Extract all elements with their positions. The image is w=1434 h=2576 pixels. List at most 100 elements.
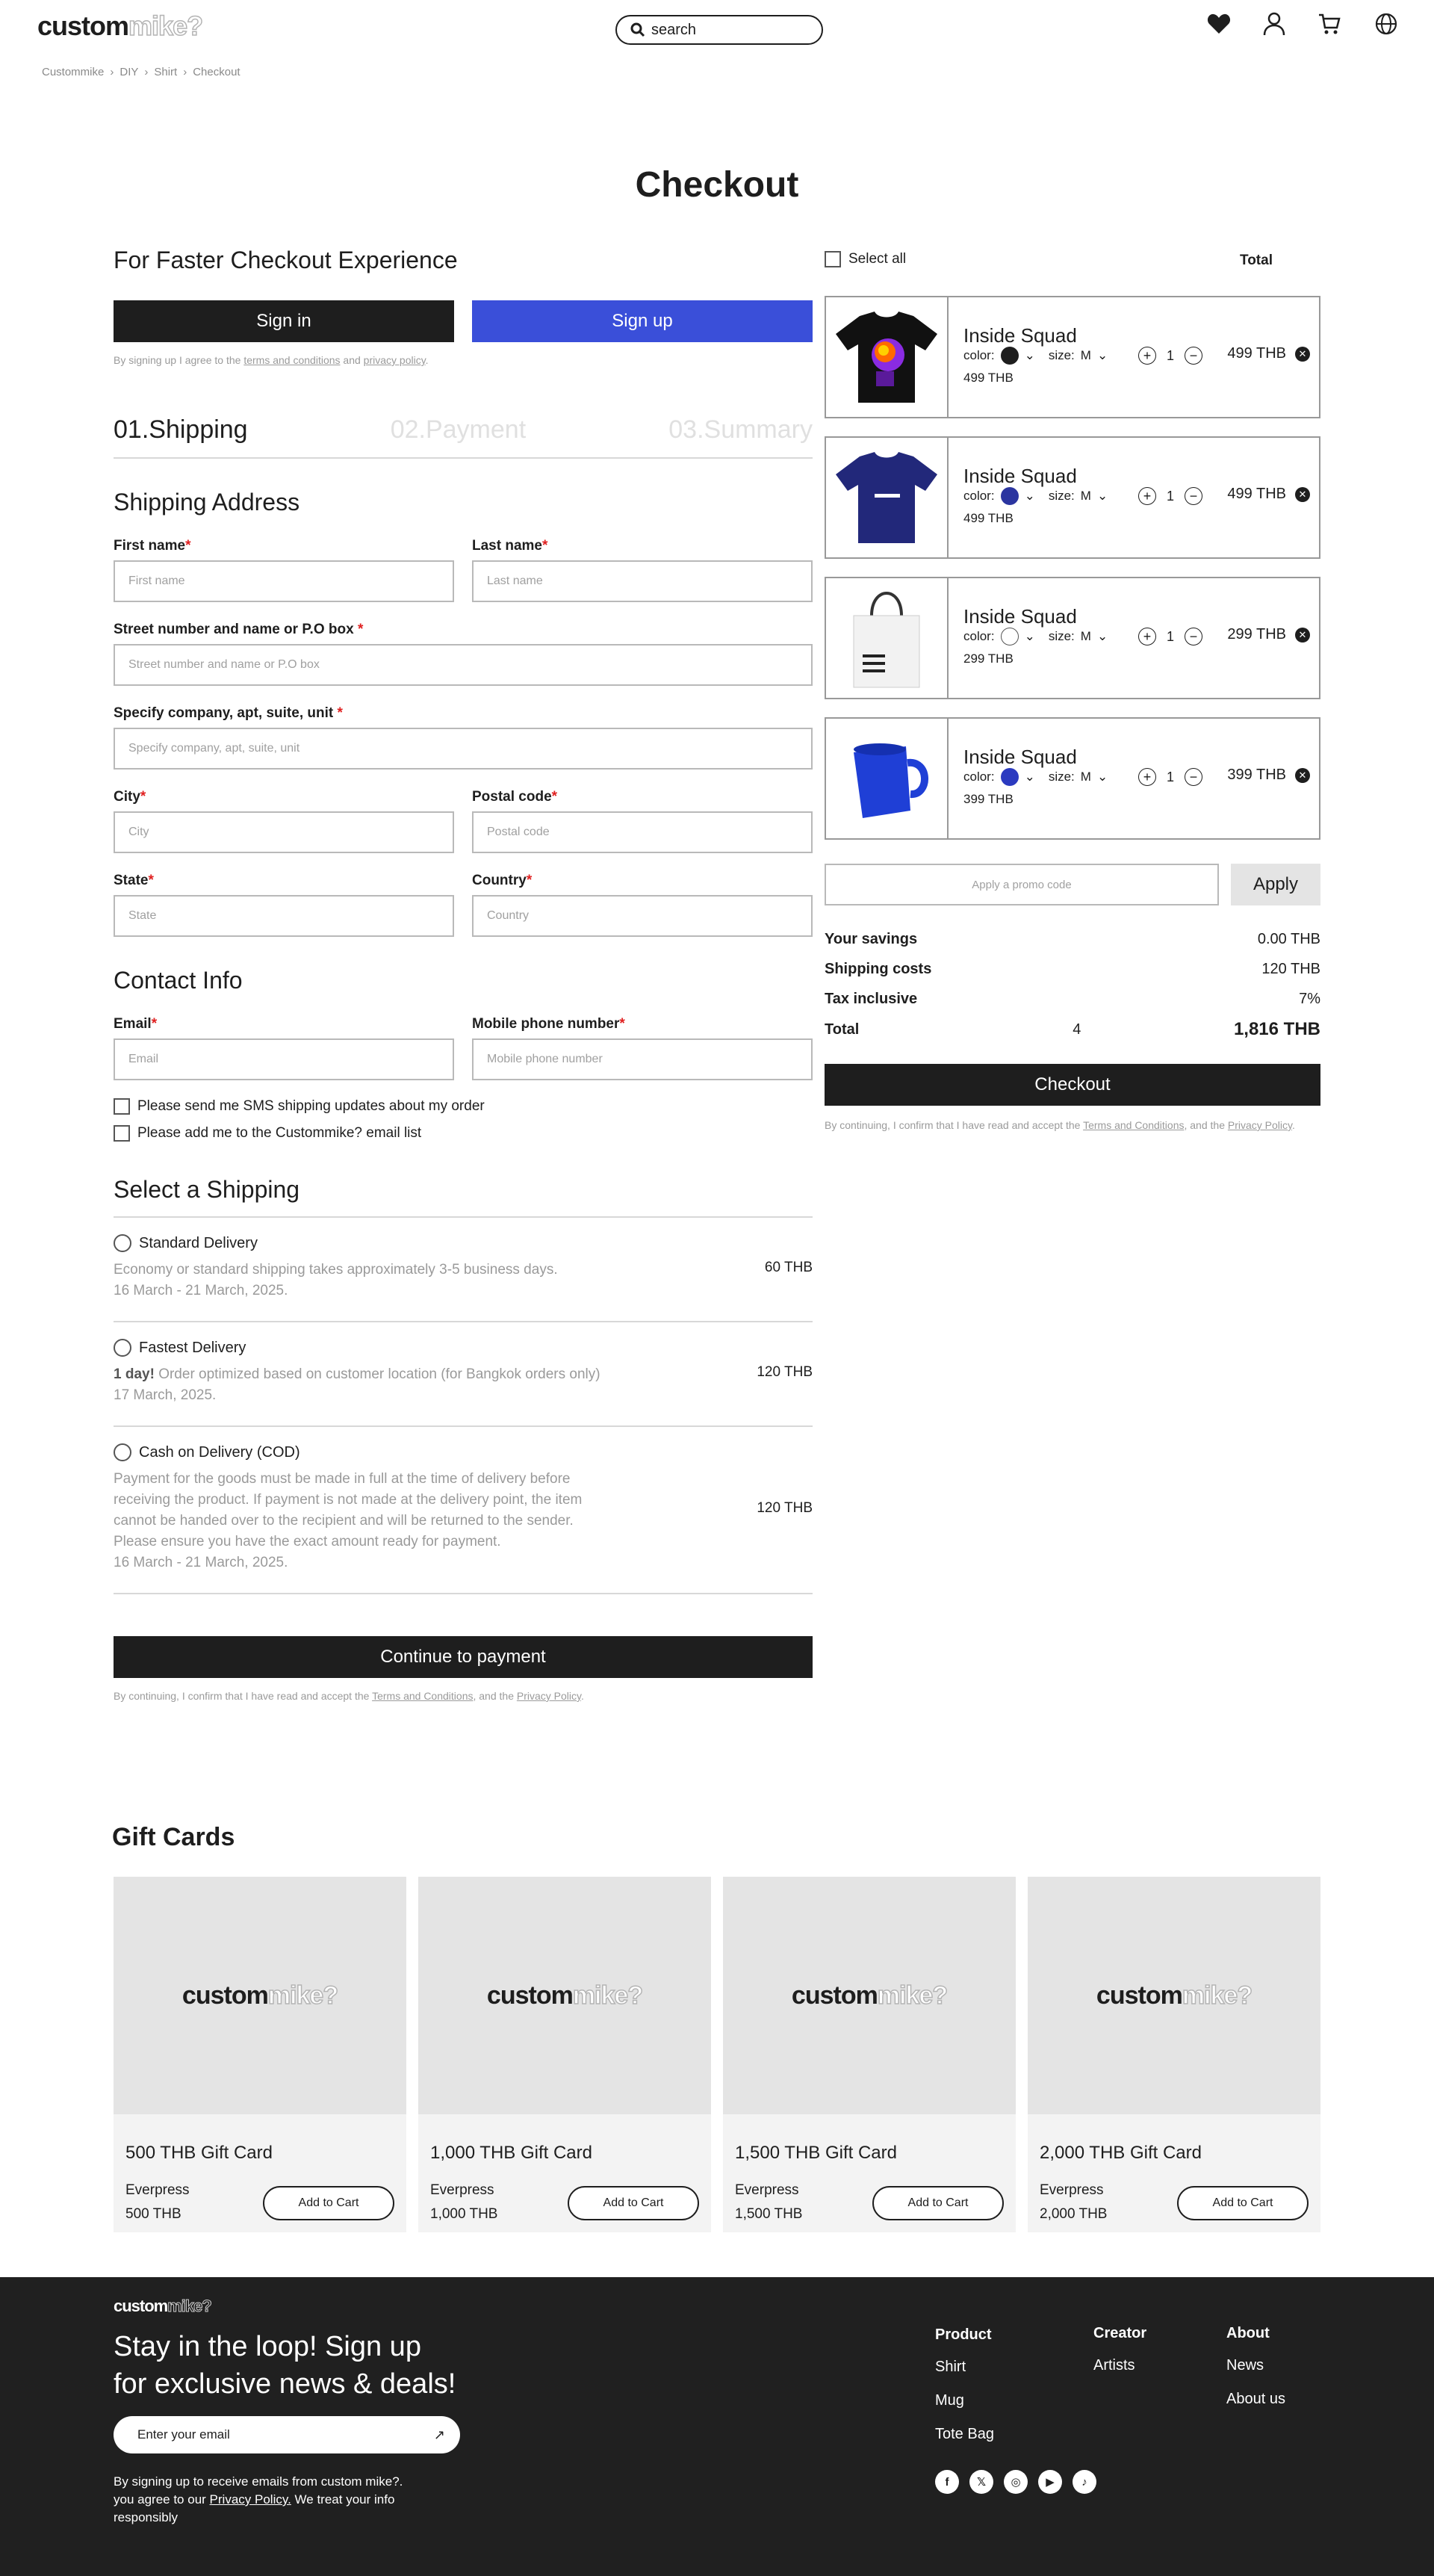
email-list-checkbox[interactable] — [114, 1125, 130, 1142]
instagram-icon[interactable]: ◎ — [1004, 2470, 1028, 2494]
terms-link[interactable]: Terms and Conditions — [372, 1690, 473, 1702]
footer-logo[interactable]: custommike? — [114, 2297, 212, 2316]
select-all-checkbox[interactable] — [825, 251, 841, 267]
sms-checkbox[interactable] — [114, 1098, 130, 1115]
account-user-icon[interactable] — [1261, 10, 1288, 37]
add-to-cart-button[interactable]: Add to Cart — [872, 2186, 1004, 2220]
shipping-option-cod[interactable]: Cash on Delivery (COD) — [114, 1443, 300, 1461]
chevron-down-icon[interactable]: ⌄ — [1025, 489, 1035, 504]
tshirt-navy-icon[interactable] — [826, 438, 949, 557]
footer-link-mug[interactable]: Mug — [935, 2392, 994, 2409]
chevron-down-icon[interactable]: ⌄ — [1097, 629, 1108, 644]
item-name[interactable]: Inside Squad — [963, 324, 1077, 347]
plus-icon[interactable]: + — [1138, 628, 1156, 645]
size-value[interactable]: M — [1081, 629, 1091, 644]
chevron-down-icon[interactable]: ⌄ — [1097, 489, 1108, 504]
first-name-input[interactable]: First name — [114, 560, 454, 602]
company-input[interactable]: Specify company, apt, suite, unit — [114, 728, 813, 770]
remove-item-icon[interactable]: ✕ — [1295, 487, 1310, 502]
chevron-down-icon[interactable]: ⌄ — [1025, 629, 1035, 644]
youtube-icon[interactable]: ▶ — [1038, 2470, 1062, 2494]
plus-icon[interactable]: + — [1138, 487, 1156, 505]
last-name-input[interactable]: Last name — [472, 560, 813, 602]
chevron-down-icon[interactable]: ⌄ — [1025, 770, 1035, 784]
arrow-up-right-icon[interactable]: ↗ — [434, 2427, 445, 2443]
size-value[interactable]: M — [1081, 770, 1091, 784]
chevron-down-icon[interactable]: ⌄ — [1097, 348, 1108, 363]
shipping-option-standard[interactable]: Standard Delivery — [114, 1234, 258, 1252]
plus-icon[interactable]: + — [1138, 768, 1156, 786]
language-globe-icon[interactable] — [1373, 10, 1400, 37]
standard-radio[interactable] — [114, 1234, 131, 1252]
size-value[interactable]: M — [1081, 348, 1091, 363]
gift-card[interactable]: custom mike? 500 THB Gift Card Everpress 5… — [114, 1877, 406, 2232]
add-to-cart-button[interactable]: Add to Cart — [1177, 2186, 1309, 2220]
size-value[interactable]: M — [1081, 489, 1091, 504]
search-input[interactable]: search — [615, 15, 823, 45]
apply-promo-button[interactable]: Apply — [1231, 864, 1320, 905]
minus-icon[interactable]: − — [1185, 347, 1203, 365]
email-field[interactable]: Email — [114, 1038, 454, 1080]
gift-card[interactable]: custom mike? 2,000 THB Gift Card Everpres… — [1028, 1877, 1320, 2232]
cart-icon[interactable] — [1316, 10, 1343, 37]
terms-link[interactable]: terms and conditions — [243, 354, 340, 366]
breadcrumb-shirt[interactable]: Shirt — [154, 66, 177, 78]
chevron-down-icon[interactable]: ⌄ — [1025, 348, 1035, 363]
breadcrumb-home[interactable]: Custommike — [42, 66, 104, 78]
privacy-link[interactable]: Privacy Policy — [1228, 1119, 1292, 1131]
chevron-down-icon[interactable]: ⌄ — [1097, 770, 1108, 784]
add-to-cart-button[interactable]: Add to Cart — [568, 2186, 699, 2220]
plus-icon[interactable]: + — [1138, 347, 1156, 365]
mug-icon[interactable] — [826, 719, 949, 838]
privacy-link[interactable]: privacy policy — [364, 354, 426, 366]
shipping-option-fastest[interactable]: Fastest Delivery — [114, 1339, 246, 1357]
color-swatch[interactable] — [1000, 347, 1019, 365]
country-input[interactable]: Country — [472, 895, 813, 937]
breadcrumb-diy[interactable]: DIY — [120, 66, 138, 78]
wishlist-heart-icon[interactable] — [1205, 10, 1232, 37]
footer-link-news[interactable]: News — [1226, 2357, 1285, 2374]
color-swatch[interactable] — [1000, 768, 1019, 786]
tiktok-icon[interactable]: ♪ — [1073, 2470, 1096, 2494]
facebook-icon[interactable]: f — [935, 2470, 959, 2494]
remove-item-icon[interactable]: ✕ — [1295, 768, 1310, 783]
item-name[interactable]: Inside Squad — [963, 605, 1077, 628]
footer-link-about-us[interactable]: About us — [1226, 2391, 1285, 2408]
item-name[interactable]: Inside Squad — [963, 465, 1077, 488]
street-input[interactable]: Street number and name or P.O box — [114, 644, 813, 686]
checkout-button[interactable]: Checkout — [825, 1064, 1320, 1106]
fastest-radio[interactable] — [114, 1339, 131, 1357]
sign-in-button[interactable]: Sign in — [114, 300, 454, 342]
promo-code-input[interactable]: Apply a promo code — [825, 864, 1219, 905]
remove-item-icon[interactable]: ✕ — [1295, 347, 1310, 362]
color-swatch[interactable] — [1000, 487, 1019, 505]
continue-to-payment-button[interactable]: Continue to payment — [114, 1636, 813, 1678]
minus-icon[interactable]: − — [1185, 628, 1203, 645]
postal-code-input[interactable]: Postal code — [472, 811, 813, 853]
footer-link-tote-bag[interactable]: Tote Bag — [935, 2426, 994, 2443]
color-swatch[interactable] — [1000, 628, 1019, 645]
gift-card[interactable]: custom mike? 1,000 THB Gift Card Everpres… — [418, 1877, 711, 2232]
phone-field[interactable]: Mobile phone number — [472, 1038, 813, 1080]
sign-up-button[interactable]: Sign up — [472, 300, 813, 342]
step-payment[interactable]: 02.Payment — [391, 415, 526, 445]
email-list-checkbox-row[interactable]: Please add me to the Custommike? email l… — [114, 1125, 421, 1142]
newsletter-email-input[interactable]: Enter your email ↗ — [114, 2416, 460, 2453]
privacy-link[interactable]: Privacy Policy. — [210, 2492, 291, 2507]
privacy-link[interactable]: Privacy Policy — [517, 1690, 581, 1702]
footer-link-shirt[interactable]: Shirt — [935, 2359, 994, 2376]
gift-card[interactable]: custom mike? 1,500 THB Gift Card Everpres… — [723, 1877, 1016, 2232]
tote-bag-icon[interactable] — [826, 578, 949, 698]
minus-icon[interactable]: − — [1185, 768, 1203, 786]
select-all-row[interactable]: Select all — [825, 251, 906, 267]
item-name[interactable]: Inside Squad — [963, 746, 1077, 769]
tshirt-black-icon[interactable] — [826, 297, 949, 417]
remove-item-icon[interactable]: ✕ — [1295, 628, 1310, 643]
site-logo[interactable]: custommike? — [37, 10, 204, 42]
city-input[interactable]: City — [114, 811, 454, 853]
step-summary[interactable]: 03.Summary — [668, 415, 813, 445]
cod-radio[interactable] — [114, 1443, 131, 1461]
sms-updates-checkbox-row[interactable]: Please send me SMS shipping updates abou… — [114, 1098, 485, 1115]
footer-link-artists[interactable]: Artists — [1093, 2357, 1146, 2374]
terms-link[interactable]: Terms and Conditions — [1083, 1119, 1184, 1131]
